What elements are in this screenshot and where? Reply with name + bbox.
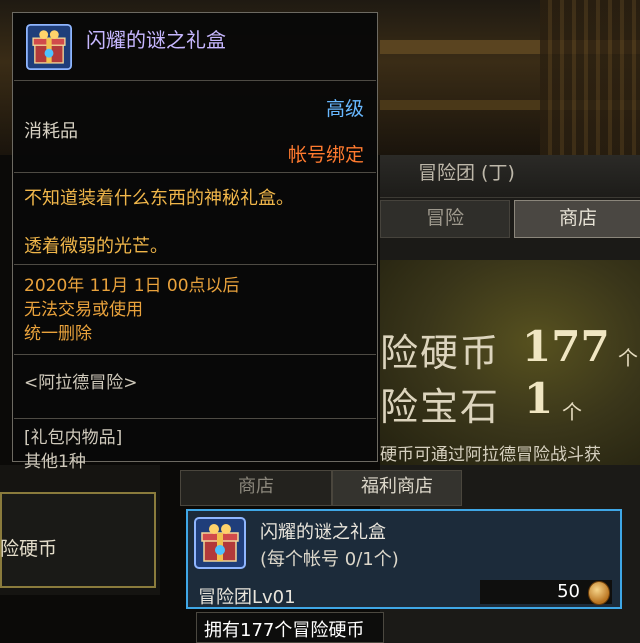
coin-info-text: 硬币可通过阿拉德冒险战斗获 [380, 445, 601, 465]
gem-unit: 个 [562, 400, 582, 424]
tooltip-type: 消耗品 [24, 121, 78, 142]
tooltip-divider [14, 80, 376, 81]
tooltip-divider [14, 418, 376, 419]
tooltip-bind-status: 帐号绑定 [287, 144, 364, 166]
tooltip-expire-line: 统一删除 [24, 324, 92, 344]
owned-currency-text: 拥有177个冒险硬币 [204, 620, 365, 641]
gem-value: 1 [524, 374, 554, 423]
tooltip-package-header: [礼包内物品] [24, 428, 123, 448]
background-pillars [540, 0, 640, 155]
tooltip-expire-line: 无法交易或使用 [24, 300, 143, 320]
item-name: 闪耀的谜之礼盒 [260, 522, 386, 543]
coin-label: 险硬币 [380, 331, 501, 375]
coin-value: 177 [522, 322, 610, 371]
item-price: 50 [557, 581, 580, 602]
tooltip-divider [14, 354, 376, 355]
gem-label: 险宝石 [380, 385, 501, 429]
coin-unit: 个 [618, 346, 638, 370]
coin-icon [588, 581, 610, 605]
tooltip-title: 闪耀的谜之礼盒 [86, 28, 226, 52]
coin-category-label: 险硬币 [0, 538, 58, 560]
tooltip-description-line: 不知道装着什么东西的神秘礼盒。 [24, 188, 294, 209]
gift-box-icon [26, 24, 72, 70]
tooltip-description-line: 透着微弱的光芒。 [24, 236, 168, 257]
tooltip-grade: 高级 [325, 98, 364, 120]
tab-adventure[interactable]: 冒险 [380, 200, 510, 238]
window-title: 冒险团 (丁) [418, 162, 515, 184]
tooltip-divider [14, 172, 376, 173]
subtab-shop[interactable]: 商店 [180, 470, 332, 506]
tooltip-origin: <阿拉德冒险> [24, 373, 138, 393]
tooltip-divider [14, 264, 376, 265]
tab-shop[interactable]: 商店 [514, 200, 640, 238]
item-purchase-limit: (每个帐号 0/1个) [260, 549, 399, 570]
gift-box-icon[interactable] [194, 517, 246, 569]
tooltip-package-content: 其他1种 [24, 452, 86, 472]
subtab-welfare-shop[interactable]: 福利商店 [332, 470, 462, 506]
tooltip-expire-line: 2020年 11月 1日 00点以后 [24, 276, 240, 296]
item-requirement: 冒险团Lv01 [198, 587, 296, 608]
